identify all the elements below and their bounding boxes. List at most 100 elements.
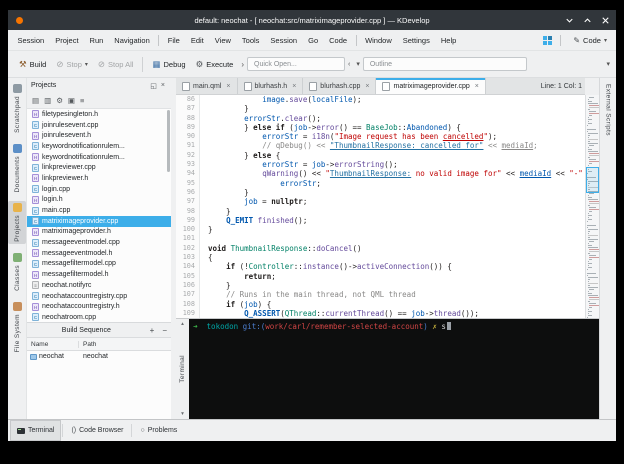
code-line-89[interactable]: } else if (job->error() == BaseJob::Aban… [208, 123, 585, 132]
code-line-109[interactable]: Q_ASSERT(QThread::currentThread() == job… [208, 309, 585, 318]
tab-close-icon[interactable]: × [292, 83, 296, 90]
remove-build-item-button[interactable]: − [158, 326, 171, 335]
dock-tab-external-scripts[interactable]: External Scripts [605, 84, 612, 136]
tab-close-icon[interactable]: × [365, 83, 369, 90]
dock-tab-documents[interactable]: Documents [8, 142, 26, 194]
tree-item[interactable]: Cmessagefiltermodel.cpp [27, 259, 171, 270]
tab-close-icon[interactable]: × [226, 83, 230, 90]
column-header-path[interactable]: Path [79, 341, 171, 348]
dock-tab-file-system[interactable]: File System [8, 300, 26, 354]
panel-toolbar-icon-3[interactable]: ⚙ [56, 96, 63, 105]
code-line-97[interactable]: job = nullptr; [208, 197, 585, 206]
code-line-108[interactable]: if (job) { [208, 300, 585, 309]
code-line-106[interactable]: } [208, 281, 585, 290]
tree-item[interactable]: Hmessagefiltermodel.h [27, 269, 171, 280]
tree-item[interactable]: Cjoinrulesevent.cpp [27, 120, 171, 131]
minimap-viewport[interactable] [586, 167, 599, 193]
code-line-101[interactable] [208, 234, 585, 243]
code-line-102[interactable]: void ThumbnailResponse::doCancel() [208, 244, 585, 253]
panel-close-icon[interactable]: × [159, 82, 167, 89]
menu-code[interactable]: Code [324, 36, 353, 45]
scroll-down-icon[interactable]: ▾ [181, 411, 184, 417]
dock-tab-classes[interactable]: Classes [8, 251, 26, 293]
editor-tab-blurhash-h[interactable]: blurhash.h× [238, 78, 304, 94]
menu-navigation[interactable]: Navigation [109, 36, 155, 45]
code-line-96[interactable]: } [208, 188, 585, 197]
scroll-up-icon[interactable]: ▴ [181, 321, 184, 327]
tree-item[interactable]: Hkeywordnotificationrulem... [27, 152, 171, 163]
tree-item[interactable]: Hfiletypesingleton.h [27, 109, 171, 120]
toolbar-right-dropdown-icon[interactable]: ▾ [603, 59, 613, 69]
tree-item[interactable]: Clinkpreviewer.cpp [27, 162, 171, 173]
stop-button[interactable]: ⊘ Stop ▾ [51, 58, 93, 71]
menu-settings[interactable]: Settings [397, 36, 435, 45]
code-line-95[interactable]: errorStr; [208, 179, 585, 188]
code-line-87[interactable]: } [208, 104, 585, 113]
tab-close-icon[interactable]: × [475, 83, 479, 90]
tree-item[interactable]: Cmain.cpp [27, 205, 171, 216]
tree-scrollbar[interactable] [167, 110, 170, 320]
execute-button[interactable]: ⚙ Execute [191, 58, 239, 71]
area-switcher-icon[interactable] [543, 36, 552, 45]
menu-file[interactable]: File [162, 36, 185, 45]
menu-session[interactable]: Session [265, 36, 303, 45]
panel-toolbar-icon-4[interactable]: ▣ [68, 96, 75, 105]
code-line-91[interactable]: // qDebug() << "ThumbnailResponse: cance… [208, 141, 585, 150]
menu-project[interactable]: Project [50, 36, 84, 45]
panel-toolbar-icon-5[interactable]: ≡ [80, 96, 84, 105]
panel-toolbar-icon-2[interactable]: ▥ [44, 96, 51, 105]
tree-item[interactable]: Hlogin.h [27, 195, 171, 206]
outline-input[interactable]: Outline [363, 57, 527, 71]
menu-go[interactable]: Go [303, 36, 324, 45]
toolbar-overflow-icon[interactable]: › [241, 60, 244, 69]
stop-all-button[interactable]: ⊘ Stop All [93, 58, 139, 71]
panel-toolbar-icon-1[interactable]: ▤ [32, 96, 39, 105]
statusbar-item-terminal[interactable]: Terminal [10, 420, 61, 441]
menu-tools[interactable]: Tools [236, 36, 265, 45]
code-line-99[interactable]: Q_EMIT finished(); [208, 216, 585, 225]
tree-item[interactable]: Hmessageeventmodel.h [27, 248, 171, 259]
terminal-tab-label[interactable]: Terminal [179, 355, 186, 383]
tree-item[interactable]: ≡neochat.notifyrc [27, 280, 171, 291]
add-build-item-button[interactable]: + [146, 326, 159, 335]
tree-item[interactable]: Hneochataccountregistry.h [27, 301, 171, 312]
code-line-103[interactable]: { [208, 253, 585, 262]
minimap-scrollbar[interactable] [585, 95, 599, 318]
code-line-93[interactable]: errorStr = job->errorString(); [208, 160, 585, 169]
menu-edit[interactable]: Edit [185, 36, 209, 45]
panel-locate-icon[interactable]: ◱ [148, 82, 159, 90]
statusbar-item-code-browser[interactable]: ()Code Browser [64, 420, 130, 441]
dock-tab-scratchpad[interactable]: Scratchpad [8, 82, 26, 135]
quick-open-input[interactable]: Quick Open... [247, 57, 345, 71]
menu-view[interactable]: View [209, 36, 236, 45]
menu-window[interactable]: Window [360, 36, 398, 45]
debug-button[interactable]: ▦ Debug [147, 58, 190, 71]
nav-back-icon[interactable]: ‹ [345, 60, 353, 69]
build-sequence-row[interactable]: neochatneochat [27, 351, 171, 362]
tree-item[interactable]: Cmatriximageprovider.cpp [27, 216, 171, 227]
code-line-92[interactable]: } else { [208, 151, 585, 160]
editor-tab-main-qml[interactable]: main.qml× [176, 78, 238, 94]
code-line-94[interactable]: qWarning() << "ThumbnailResponse: no val… [208, 169, 585, 178]
code-line-105[interactable]: return; [208, 272, 585, 281]
tree-scrollbar-thumb[interactable] [167, 110, 170, 172]
tree-item[interactable]: Cneochataccountregistry.cpp [27, 291, 171, 302]
tree-item[interactable]: Cmessageeventmodel.cpp [27, 237, 171, 248]
terminal-output[interactable]: ➜ tokodon git:(work/carl/remember-select… [189, 319, 599, 419]
editor-tab-blurhash-cpp[interactable]: blurhash.cpp× [303, 78, 376, 94]
menu-session[interactable]: Session [12, 36, 50, 45]
code-line-104[interactable]: if (!Controller::instance()->activeConne… [208, 262, 585, 271]
column-header-name[interactable]: Name [27, 341, 79, 348]
tree-item[interactable]: Hjoinrulesevent.h [27, 130, 171, 141]
tree-item[interactable]: Ckeywordnotificationrulem... [27, 141, 171, 152]
code-line-98[interactable]: } [208, 207, 585, 216]
code-line-90[interactable]: errorStr = i18n("Image request has been … [208, 132, 585, 141]
code-line-88[interactable]: errorStr.clear(); [208, 114, 585, 123]
code-line-86[interactable]: image.save(localFile); [208, 95, 585, 104]
close-icon[interactable] [600, 15, 611, 26]
code-line-107[interactable]: // Runs in the main thread, not QML thre… [208, 290, 585, 299]
code-area[interactable]: 8687888990919293949596979899100101102103… [176, 95, 585, 318]
maximize-icon[interactable] [582, 15, 593, 26]
minimize-icon[interactable] [564, 15, 575, 26]
build-button[interactable]: ⚒ Build [14, 58, 51, 71]
